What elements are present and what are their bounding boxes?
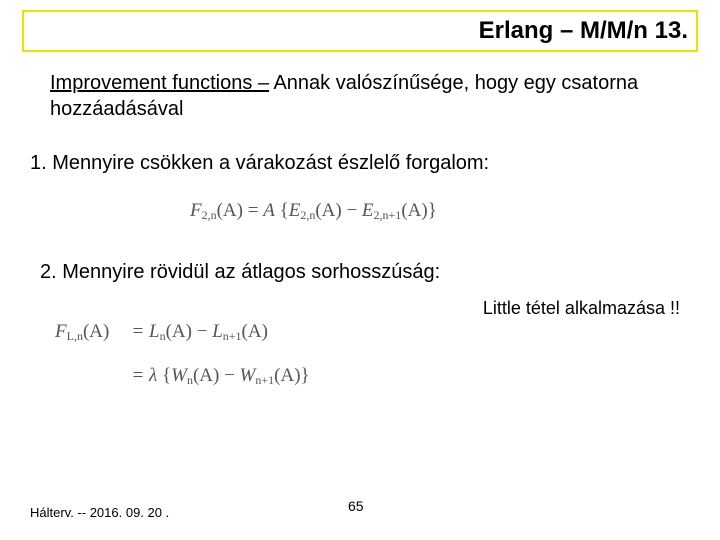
- f1-lhs-sub: 2,n: [202, 208, 217, 222]
- formula-1: F2,n(A) = A {E2,n(A) − E2,n+1(A)}: [190, 200, 437, 223]
- f2r1-t1-base: L: [149, 321, 160, 342]
- f2r2-brace-open: {: [162, 365, 171, 386]
- f1-lhs-base: F: [190, 200, 202, 221]
- f2r1-t2-arg: (A): [242, 321, 268, 342]
- f1-t2-arg: (A): [401, 200, 427, 221]
- footer-text: Hálterv. -- 2016. 09. 20 .: [30, 505, 169, 520]
- f2r1-lhs-base: F: [55, 321, 67, 342]
- slide-title-box: Erlang – M/M/n 13.: [22, 10, 698, 52]
- f1-t1-arg: (A): [315, 200, 341, 221]
- intro-text: Improvement functions – Annak valószínűs…: [50, 70, 670, 122]
- formula-2-row-1: FL,n(A) = Ln(A) − Ln+1(A): [55, 310, 310, 354]
- f2r2-t1-arg: (A): [193, 365, 219, 386]
- f2r1-t1-arg: (A): [166, 321, 192, 342]
- f2r2-t2-arg: (A): [274, 365, 300, 386]
- f2r1-t2-sub: n+1: [223, 329, 242, 343]
- intro-underlined: Improvement functions –: [50, 72, 269, 94]
- f2r2-t2-base: W: [240, 365, 256, 386]
- f2r1-lhs-arg: (A): [83, 321, 109, 342]
- f1-t2-sub: 2,n+1: [374, 208, 402, 222]
- f1-lhs-arg: (A): [217, 200, 243, 221]
- f2r2-t1-base: W: [171, 365, 187, 386]
- f1-eq: =: [243, 200, 263, 221]
- list-item-2: 2. Mennyire rövidül az átlagos sorhosszú…: [40, 261, 440, 284]
- f2r1-t2-base: L: [212, 321, 223, 342]
- f2r1-minus: −: [192, 321, 212, 342]
- f2r2-lambda: λ: [149, 365, 162, 386]
- f1-t1-sub: 2,n: [300, 208, 315, 222]
- formula-2-row-2: = λ {Wn(A) − Wn+1(A)}: [55, 354, 310, 398]
- page-number: 65: [348, 498, 364, 514]
- f1-rhs-a: A: [263, 200, 275, 221]
- f1-t1-base: E: [289, 200, 301, 221]
- list-item-1: 1. Mennyire csökken a várakozást észlelő…: [30, 152, 489, 175]
- f2r1-eq: =: [127, 321, 149, 343]
- f2r2-minus: −: [219, 365, 239, 386]
- slide-title: Erlang – M/M/n 13.: [479, 17, 688, 45]
- f1-minus: −: [342, 200, 362, 221]
- f1-brace-open: {: [275, 200, 289, 221]
- formula-2: FL,n(A) = Ln(A) − Ln+1(A) = λ {Wn(A) − W…: [55, 310, 310, 398]
- f1-brace-close: }: [428, 200, 437, 221]
- f2r2-t2-sub: n+1: [255, 373, 274, 387]
- f2r2-eq: =: [127, 365, 149, 387]
- f2r1-lhs-sub: L,n: [67, 329, 83, 343]
- f2r2-brace-close: }: [301, 365, 310, 386]
- note-text: Little tétel alkalmazása !!: [483, 298, 680, 319]
- f1-t2-base: E: [362, 200, 374, 221]
